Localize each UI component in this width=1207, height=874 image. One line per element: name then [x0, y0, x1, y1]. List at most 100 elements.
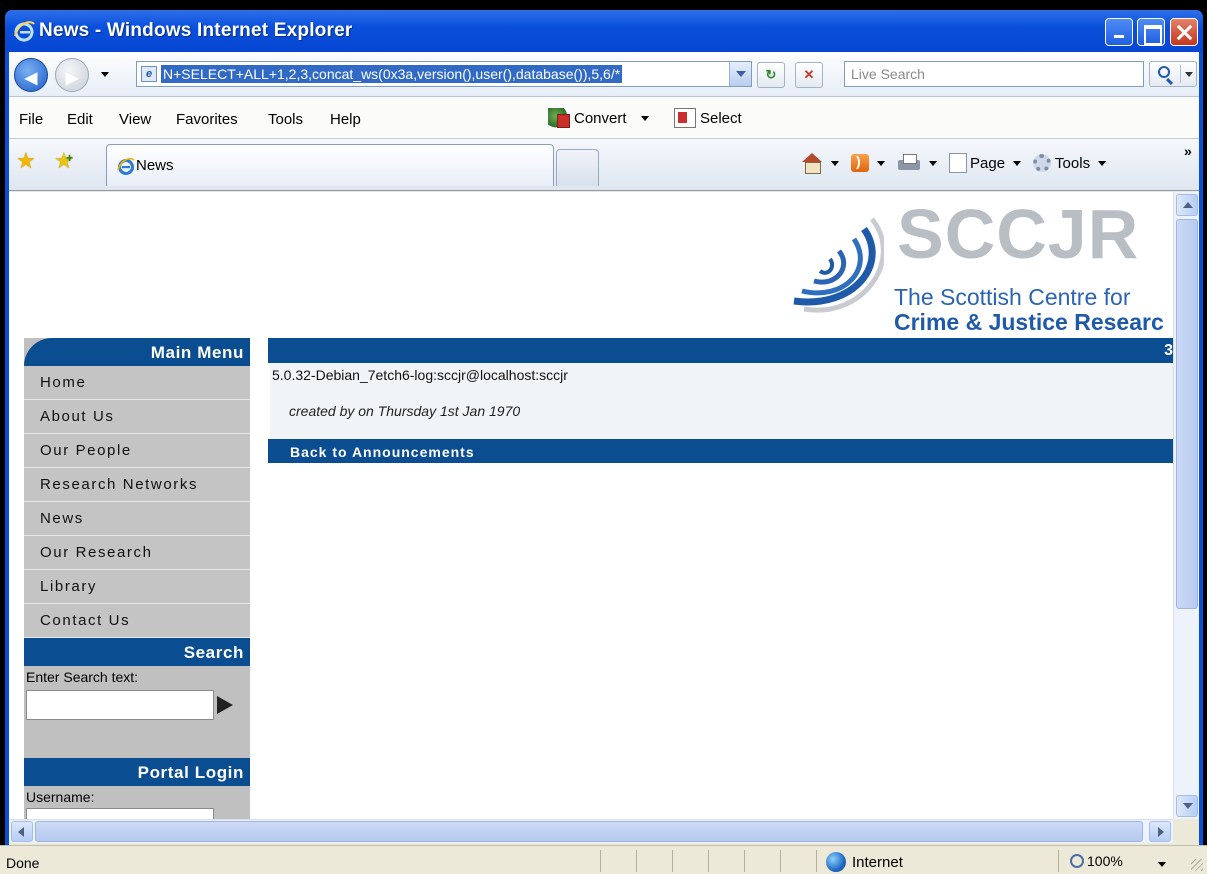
page-dropdown-icon[interactable] — [1013, 160, 1022, 166]
globe-icon — [826, 852, 846, 872]
command-bar: Page Tools — [801, 153, 1118, 174]
close-button[interactable] — [1170, 18, 1198, 46]
add-favorite-icon[interactable]: ★ — [54, 148, 74, 174]
minimize-button[interactable] — [1105, 18, 1133, 46]
refresh-button[interactable]: ↻ — [757, 62, 785, 88]
sidebar-item-research-networks[interactable]: Research Networks — [24, 468, 250, 502]
convert-button[interactable]: Convert — [548, 108, 649, 128]
status-text: Done — [6, 855, 40, 871]
search-go-button[interactable] — [1149, 61, 1197, 87]
live-search-input[interactable] — [845, 62, 1143, 86]
select-button[interactable]: Select — [674, 108, 742, 128]
back-to-announcements-link[interactable]: Back to Announcements — [268, 439, 1173, 463]
address-url[interactable]: N+SELECT+ALL+1,2,3,concat_ws(0x3a,versio… — [161, 65, 623, 83]
search-row — [24, 688, 250, 728]
sidebar-item-library[interactable]: Library — [24, 570, 250, 604]
announcement-body: 5.0.32-Debian_7etch6-log:sccjr@localhost… — [268, 363, 1173, 439]
maximize-button[interactable] — [1137, 18, 1165, 46]
tab-news[interactable]: News — [106, 144, 554, 186]
status-pane-divider — [780, 850, 781, 872]
sidebar-item-our-research[interactable]: Our Research — [24, 536, 250, 570]
vertical-scrollbar[interactable] — [1173, 192, 1199, 819]
sidebar-item-our-people[interactable]: Our People — [24, 434, 250, 468]
home-dropdown-icon[interactable] — [831, 160, 839, 166]
page-icon — [949, 153, 967, 173]
sidebar-item-contact-us[interactable]: Contact Us — [24, 604, 250, 638]
status-pane-divider — [672, 850, 673, 872]
menu-favorites[interactable]: Favorites — [176, 111, 238, 128]
ie-logo-icon — [14, 21, 35, 42]
convert-label: Convert — [574, 109, 627, 127]
sidebar-item-home[interactable]: Home — [24, 366, 250, 400]
menu-help[interactable]: Help — [330, 111, 361, 128]
new-tab-button[interactable] — [556, 149, 599, 186]
menu-file[interactable]: File — [19, 111, 43, 128]
portal-login-title: Portal Login — [24, 758, 250, 786]
live-search-box[interactable] — [844, 61, 1144, 87]
status-pane-divider — [744, 850, 745, 872]
feeds-dropdown-icon[interactable] — [877, 160, 885, 166]
status-bar: Done Internet 100% — [0, 845, 1207, 874]
page-menu[interactable]: Page — [970, 155, 1005, 172]
search-options-dropdown-icon[interactable] — [1185, 72, 1193, 77]
home-icon[interactable] — [801, 153, 823, 174]
scroll-down-button[interactable] — [1176, 795, 1198, 817]
scroll-right-button[interactable] — [1149, 821, 1171, 842]
sidebar-item-about-us[interactable]: About Us — [24, 400, 250, 434]
back-button[interactable]: ◀ — [14, 58, 48, 92]
scroll-up-button[interactable] — [1176, 194, 1198, 216]
horizontal-scrollbar[interactable] — [9, 819, 1173, 843]
announcement-meta: created by on Thursday 1st Jan 1970 — [289, 403, 521, 419]
stop-icon: ✕ — [803, 67, 815, 82]
logo-line-2: Crime & Justice Researc — [894, 309, 1164, 335]
horizontal-scroll-thumb[interactable] — [35, 821, 1143, 842]
status-pane-divider — [1058, 850, 1059, 872]
menu-tools[interactable]: Tools — [268, 111, 303, 128]
sidebar-item-news[interactable]: News — [24, 502, 250, 536]
address-field[interactable]: e N+SELECT+ALL+1,2,3,concat_ws(0x3a,vers… — [136, 61, 752, 87]
security-zone[interactable]: Internet — [826, 852, 903, 872]
menu-view[interactable]: View — [119, 111, 151, 128]
announcement-header: 3 — [268, 338, 1173, 363]
tools-dropdown-icon[interactable] — [1098, 160, 1107, 166]
site-search-input[interactable] — [26, 690, 214, 720]
title-bar: News - Windows Internet Explorer — [5, 10, 1203, 52]
logo-line-1: The Scottish Centre for — [894, 284, 1131, 310]
select-pdf-icon — [674, 108, 696, 128]
zoom-control[interactable]: 100% — [1070, 853, 1123, 869]
close-icon — [1171, 19, 1197, 45]
select-label: Select — [700, 109, 742, 127]
status-pane-divider — [708, 850, 709, 872]
print-dropdown-icon[interactable] — [929, 160, 937, 166]
forward-button[interactable]: ▶ — [55, 58, 89, 92]
vertical-scroll-thumb[interactable] — [1176, 219, 1198, 609]
forward-arrow-icon: ▶ — [65, 70, 79, 87]
search-submit-arrow-icon[interactable] — [217, 696, 233, 714]
maximize-icon — [1138, 19, 1164, 45]
window-title: News - Windows Internet Explorer — [39, 20, 353, 41]
stop-button[interactable]: ✕ — [795, 62, 823, 88]
sccjr-swirl-icon — [793, 217, 884, 313]
zoom-level: 100% — [1087, 853, 1123, 869]
zone-label: Internet — [852, 853, 903, 871]
search-label: Enter Search text: — [26, 669, 139, 685]
feeds-icon[interactable] — [851, 153, 869, 172]
main-menu-title: Main Menu — [24, 338, 250, 366]
resize-grip-icon[interactable] — [1191, 859, 1203, 871]
search-icon — [1158, 66, 1170, 78]
page-viewport: SCCJR The Scottish Centre for Crime & Ju… — [9, 192, 1173, 819]
address-dropdown-button[interactable] — [729, 62, 751, 86]
convert-dropdown-icon[interactable] — [640, 115, 649, 121]
announcement-number: 3 — [1164, 342, 1173, 359]
favorites-center-icon[interactable]: ★ — [16, 148, 36, 174]
site-logo[interactable]: SCCJR The Scottish Centre for Crime & Ju… — [784, 195, 1173, 335]
history-dropdown-icon[interactable] — [101, 72, 109, 77]
scroll-left-button[interactable] — [11, 821, 33, 842]
chevron-more-icon[interactable]: » — [1184, 143, 1192, 159]
username-field[interactable] — [26, 808, 214, 819]
print-icon[interactable] — [897, 153, 921, 173]
tools-menu[interactable]: Tools — [1055, 155, 1090, 172]
menu-edit[interactable]: Edit — [67, 111, 93, 128]
zoom-dropdown-icon[interactable] — [1158, 862, 1166, 867]
